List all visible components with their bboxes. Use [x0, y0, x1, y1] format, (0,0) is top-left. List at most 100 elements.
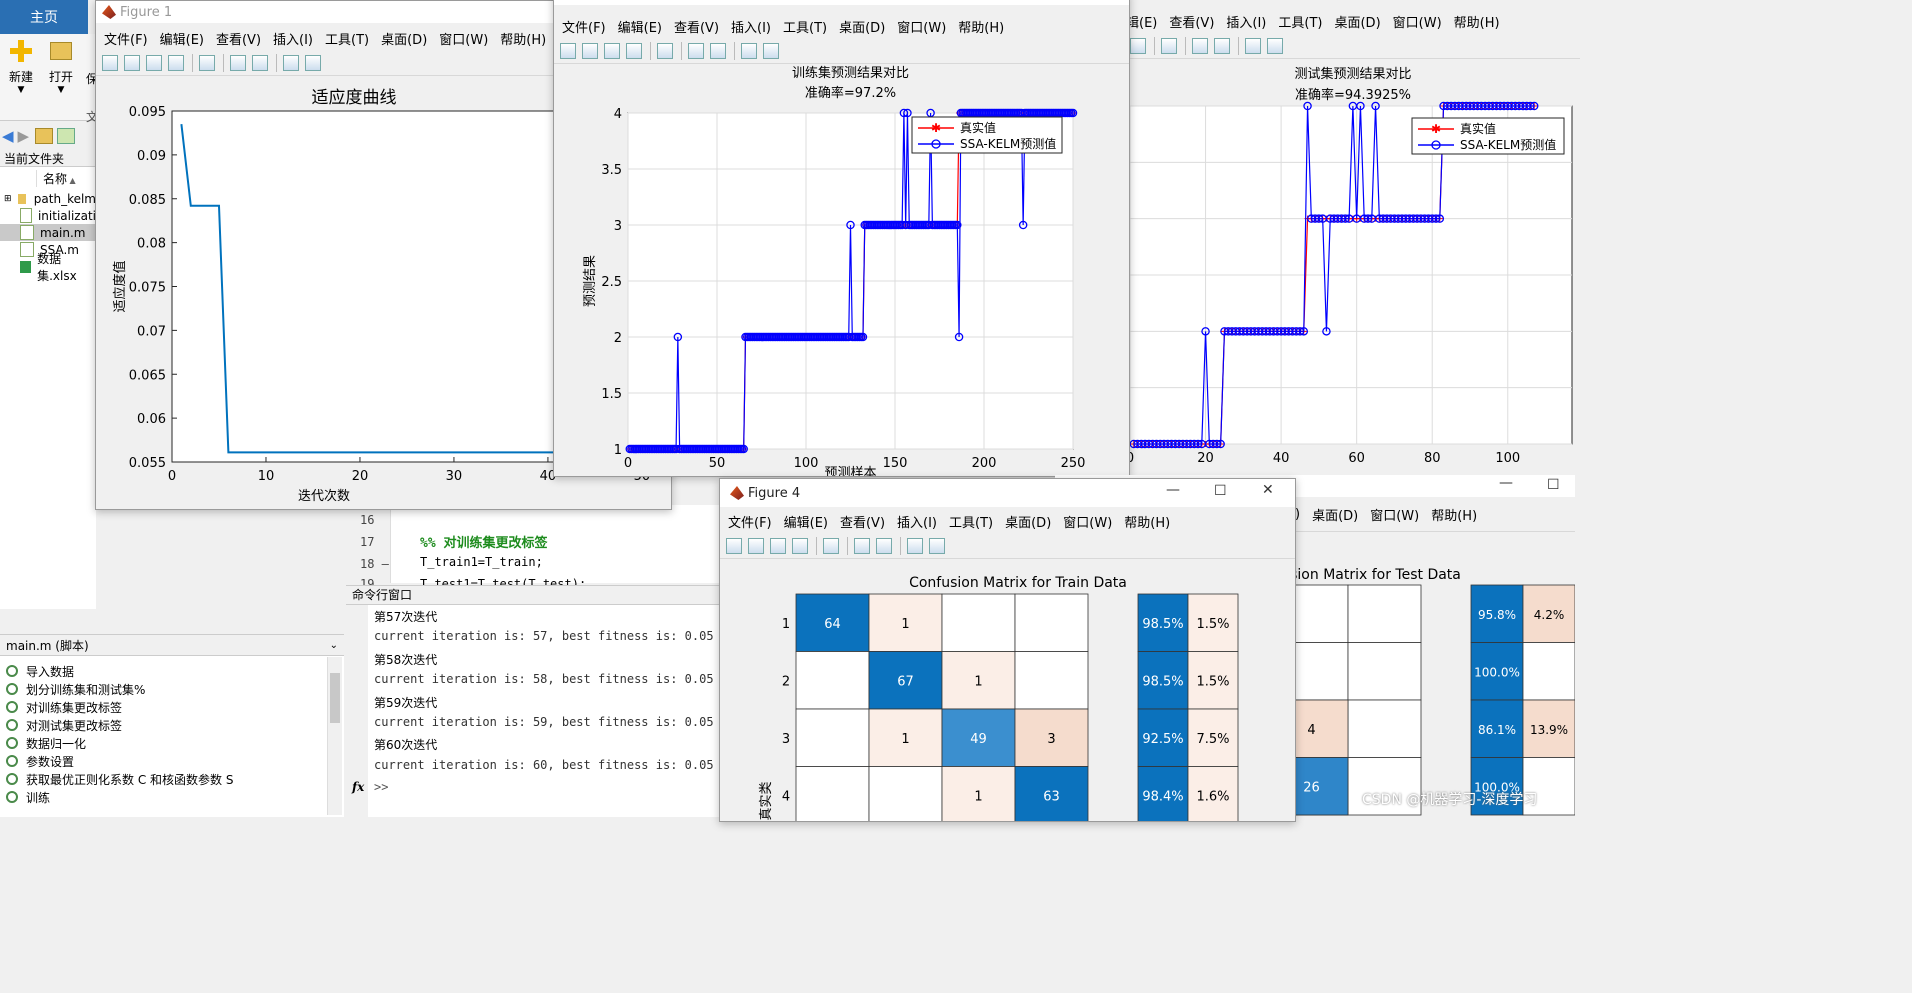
command-window[interactable]: 命令行窗口 第57次迭代 current iteration is: 57, b…	[346, 585, 726, 817]
section-item[interactable]: 对训练集更改标签	[0, 698, 344, 716]
new-figure-icon[interactable]	[102, 55, 118, 71]
menu-item[interactable]: 窗口(W)	[439, 29, 488, 48]
home-tab[interactable]: 主页	[0, 0, 88, 34]
pointer-icon[interactable]	[907, 538, 923, 554]
menu-item[interactable]: 工具(T)	[949, 512, 993, 531]
up-folder-icon[interactable]	[35, 128, 54, 144]
menu-item[interactable]: 文件(F)	[562, 17, 606, 36]
menu-item[interactable]: 编辑(E)	[784, 512, 828, 531]
menu-item[interactable]: 工具(T)	[325, 29, 369, 48]
menu-item[interactable]: 工具(T)	[783, 17, 827, 36]
print-icon[interactable]	[626, 43, 642, 59]
maximize-icon[interactable]: ☐	[1214, 483, 1227, 499]
menu-item[interactable]: 查看(V)	[216, 29, 261, 48]
save-icon[interactable]	[604, 43, 620, 59]
minimize-icon[interactable]: —	[1499, 475, 1513, 491]
section-item[interactable]: 数据归一化	[0, 734, 344, 752]
colorbar-icon[interactable]	[854, 538, 870, 554]
open-file-icon[interactable]	[582, 43, 598, 59]
details-scrollbar[interactable]	[327, 657, 342, 815]
print-icon[interactable]	[168, 55, 184, 71]
pointer-icon[interactable]	[1245, 38, 1261, 54]
section-item[interactable]: 导入数据	[0, 662, 344, 680]
fx-icon[interactable]: fx	[352, 780, 364, 794]
property-editor-icon[interactable]	[305, 55, 321, 71]
details-title[interactable]: main.m (脚本) ⌄	[0, 635, 344, 656]
section-item[interactable]: 训练	[0, 788, 344, 806]
browse-folder-icon[interactable]	[57, 128, 76, 144]
menu-item[interactable]: 桌面(D)	[1334, 12, 1380, 31]
link-icon[interactable]	[1161, 38, 1177, 54]
property-editor-icon[interactable]	[929, 538, 945, 554]
open-file-icon[interactable]	[124, 55, 140, 71]
menu-item[interactable]: 帮助(H)	[1431, 505, 1477, 524]
open-file-icon[interactable]	[748, 538, 764, 554]
menu-item[interactable]: 查看(V)	[840, 512, 885, 531]
legend-icon[interactable]	[876, 538, 892, 554]
close-icon[interactable]: ✕	[1262, 482, 1274, 498]
back-icon[interactable]: ◀	[2, 127, 14, 145]
menu-item[interactable]: 帮助(H)	[1454, 12, 1500, 31]
menu-item[interactable]: 文件(F)	[728, 512, 772, 531]
legend-icon[interactable]	[710, 43, 726, 59]
menu-item[interactable]: 帮助(H)	[500, 29, 546, 48]
menu-item[interactable]: 工具(T)	[1278, 12, 1322, 31]
save-icon[interactable]	[146, 55, 162, 71]
minimize-icon[interactable]: —	[1166, 482, 1180, 498]
menu-item[interactable]: 文件(F)	[104, 29, 148, 48]
name-column-header[interactable]: 名称 ▲	[36, 170, 103, 187]
legend-icon[interactable]	[252, 55, 268, 71]
colorbar-icon[interactable]	[1192, 38, 1208, 54]
new-button[interactable]: 新建 ▼	[4, 36, 38, 102]
forward-icon[interactable]: ▶	[18, 127, 30, 145]
menu-item[interactable]: 帮助(H)	[958, 17, 1004, 36]
open-button[interactable]: 打开 ▼	[44, 36, 78, 102]
menu-item[interactable]: 桌面(D)	[381, 29, 427, 48]
file-item[interactable]: 数据集.xlsx	[0, 252, 96, 283]
property-editor-icon[interactable]	[763, 43, 779, 59]
menu-item[interactable]: 查看(V)	[674, 17, 719, 36]
menu-item[interactable]: 窗口(W)	[1393, 12, 1442, 31]
menu-item[interactable]: 桌面(D)	[839, 17, 885, 36]
print-icon[interactable]	[792, 538, 808, 554]
link-icon[interactable]	[823, 538, 839, 554]
menu-item[interactable]: 窗口(W)	[1063, 512, 1112, 531]
menu-item[interactable]: 插入(I)	[897, 512, 937, 531]
menu-item[interactable]: 桌面(D)	[1312, 505, 1358, 524]
file-item[interactable]: ⊞ path_kelm	[0, 190, 96, 207]
colorbar-icon[interactable]	[688, 43, 704, 59]
property-editor-icon[interactable]	[1267, 38, 1283, 54]
file-item-selected[interactable]: main.m	[0, 224, 96, 241]
menu-item[interactable]: 窗口(W)	[1370, 505, 1419, 524]
colorbar-icon[interactable]	[230, 55, 246, 71]
link-icon[interactable]	[657, 43, 673, 59]
menu-item[interactable]: 插入(I)	[731, 17, 771, 36]
menu-item[interactable]: 编辑(E)	[160, 29, 204, 48]
section-item[interactable]: 对测试集更改标签	[0, 716, 344, 734]
link-icon[interactable]	[199, 55, 215, 71]
menu-item[interactable]: 插入(I)	[273, 29, 313, 48]
menu-item[interactable]: 编辑(E)	[618, 17, 662, 36]
close-icon[interactable]: ✕	[1099, 0, 1111, 3]
menu-item[interactable]: 插入(I)	[1226, 12, 1266, 31]
section-item[interactable]: 获取最优正则化系数 C 和核函数参数 S	[0, 770, 344, 788]
section-item[interactable]: 划分训练集和测试集%	[0, 680, 344, 698]
menu-item[interactable]: 帮助(H)	[1124, 512, 1170, 531]
save-icon[interactable]	[770, 538, 786, 554]
minimize-icon[interactable]: —	[1049, 0, 1063, 3]
new-figure-icon[interactable]	[726, 538, 742, 554]
command-prompt[interactable]: >>	[374, 780, 388, 794]
menu-item[interactable]: 窗口(W)	[897, 17, 946, 36]
menu-item[interactable]: 查看(V)	[1169, 12, 1214, 31]
pointer-icon[interactable]	[741, 43, 757, 59]
legend-icon[interactable]	[1214, 38, 1230, 54]
print-icon[interactable]	[1130, 38, 1146, 54]
pointer-icon[interactable]	[283, 55, 299, 71]
maximize-icon[interactable]: ☐	[1547, 477, 1560, 493]
new-figure-icon[interactable]	[560, 43, 576, 59]
chevron-down-icon[interactable]: ⌄	[330, 640, 338, 651]
file-item[interactable]: initializati	[0, 207, 96, 224]
menu-item[interactable]: 桌面(D)	[1005, 512, 1051, 531]
menu-item[interactable]: 辑(E)	[1126, 12, 1157, 31]
section-item[interactable]: 参数设置	[0, 752, 344, 770]
